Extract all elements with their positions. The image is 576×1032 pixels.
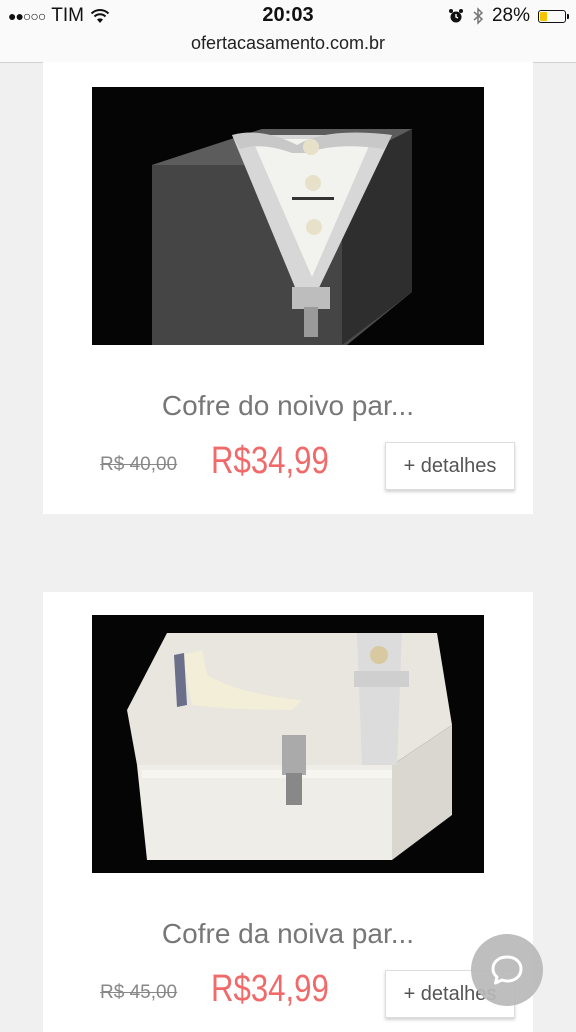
product-card-groom-safe: Cofre do noivo par... R$ 40,00 R$34,99 +… (43, 62, 533, 514)
product-price: R$34,99 (211, 440, 329, 482)
product-image-groom-safe[interactable] (92, 87, 484, 345)
address-bar[interactable]: ofertacasamento.com.br (0, 32, 576, 63)
product-title[interactable]: Cofre do noivo par... (43, 390, 533, 422)
battery-icon (538, 9, 569, 23)
status-right: 28% (448, 5, 569, 27)
product-title[interactable]: Cofre da noiva par... (43, 918, 533, 950)
bride-box-illustration (92, 615, 484, 873)
chat-button[interactable] (471, 934, 543, 1006)
product-old-price: R$ 45,00 (100, 982, 178, 1003)
status-bar: ●●○○○ TIM 20:03 28% (0, 0, 576, 32)
product-image-bride-safe[interactable] (92, 615, 484, 873)
address-url: ofertacasamento.com.br (190, 33, 386, 53)
battery-percentage: 28% (491, 5, 530, 26)
groom-box-illustration (92, 87, 484, 345)
chat-bubble-icon (491, 955, 523, 985)
bluetooth-icon (473, 7, 484, 25)
details-button[interactable]: + detalhes (385, 442, 515, 490)
product-card-bride-safe: Cofre da noiva par... R$ 45,00 R$34,99 +… (43, 592, 533, 1032)
alarm-icon (448, 9, 463, 23)
product-price: R$34,99 (211, 968, 329, 1010)
product-old-price: R$ 40,00 (100, 454, 178, 475)
